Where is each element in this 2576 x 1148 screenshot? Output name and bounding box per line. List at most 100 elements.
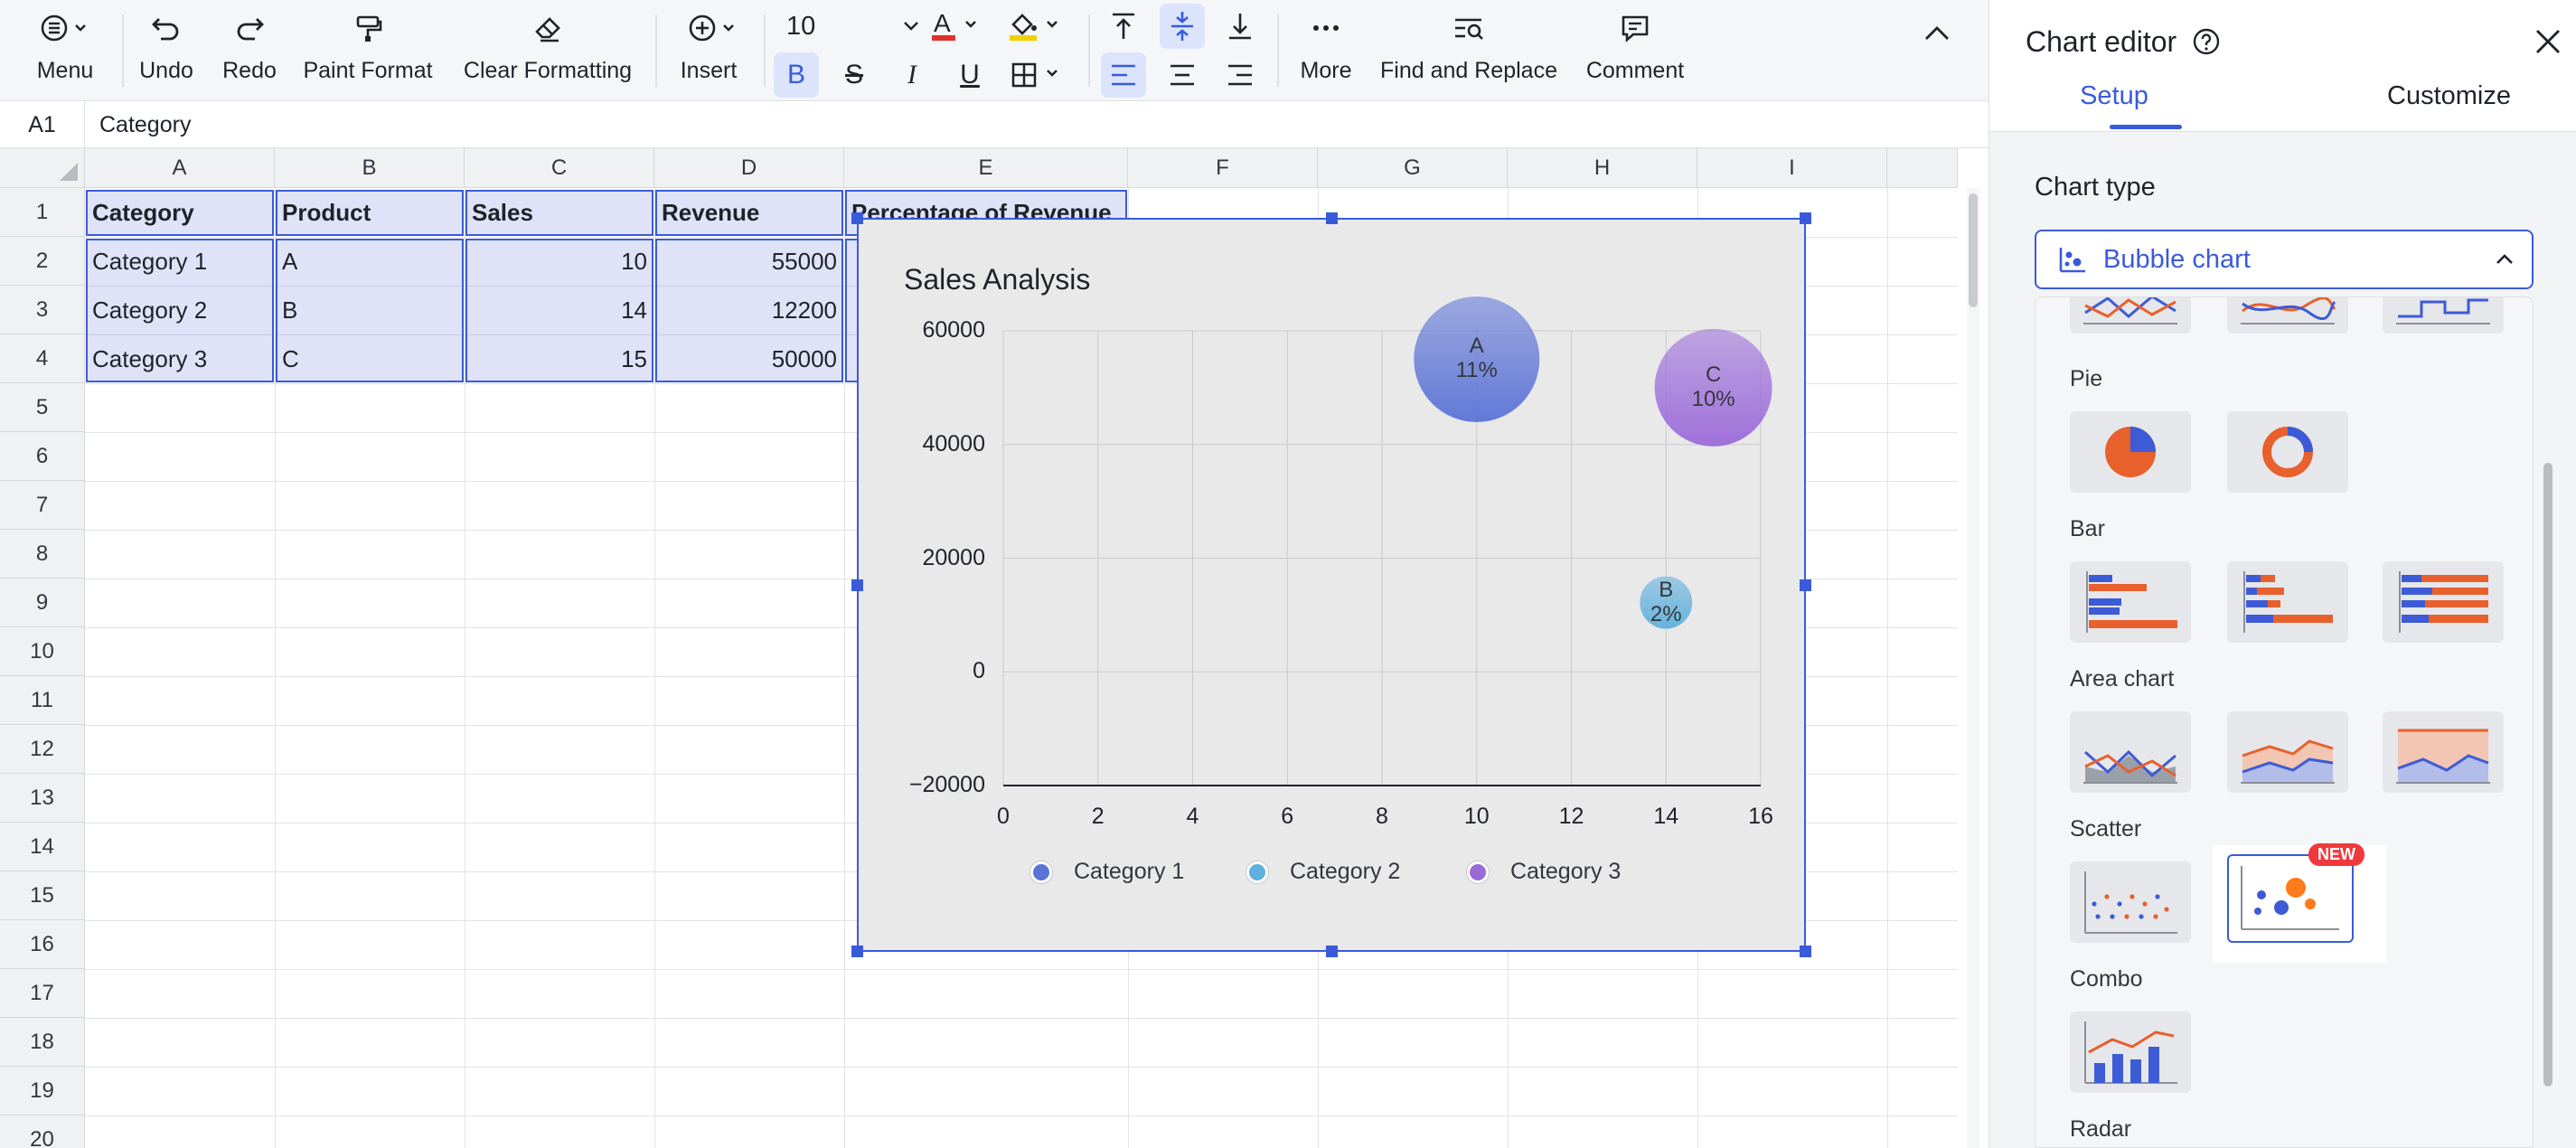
cell-d3[interactable]: 12200 bbox=[654, 286, 844, 334]
area-chart-thumbnail[interactable] bbox=[2070, 711, 2191, 793]
cell-d4[interactable]: 50000 bbox=[654, 334, 844, 383]
font-size-select[interactable]: 10 bbox=[779, 4, 922, 49]
resize-handle-bottom[interactable] bbox=[1326, 946, 1338, 957]
bold-button[interactable]: B bbox=[774, 52, 819, 98]
percent-bar-chart-thumbnail[interactable] bbox=[2383, 561, 2504, 643]
panel-scrollbar-thumb[interactable] bbox=[2543, 463, 2552, 1087]
stacked-area-chart-thumbnail[interactable] bbox=[2227, 711, 2348, 793]
align-top-button[interactable] bbox=[1101, 4, 1146, 49]
row-header-1[interactable]: 1 bbox=[0, 188, 85, 237]
pie-chart-thumbnail[interactable] bbox=[2070, 411, 2191, 493]
cell-b4[interactable]: C bbox=[275, 334, 465, 383]
row-header-19[interactable]: 19 bbox=[0, 1067, 85, 1115]
comment-button[interactable]: Comment bbox=[1575, 0, 1696, 101]
insert-button[interactable]: Insert bbox=[667, 0, 750, 101]
row-header-16[interactable]: 16 bbox=[0, 920, 85, 969]
cell-c3[interactable]: 14 bbox=[465, 286, 654, 334]
column-header-e[interactable]: E bbox=[844, 148, 1128, 188]
cell-b2[interactable]: A bbox=[275, 237, 465, 286]
more-button[interactable]: More bbox=[1289, 0, 1363, 101]
row-header-18[interactable]: 18 bbox=[0, 1018, 85, 1067]
cell-a1[interactable]: Category bbox=[85, 188, 275, 237]
grid-scrollbar-thumb[interactable] bbox=[1969, 193, 1978, 307]
menu-button[interactable]: Menu bbox=[18, 0, 112, 101]
resize-handle-bottom-left[interactable] bbox=[851, 946, 863, 957]
row-header-6[interactable]: 6 bbox=[0, 432, 85, 481]
cell-c4[interactable]: 15 bbox=[465, 334, 654, 383]
formula-input[interactable]: Category bbox=[99, 101, 191, 148]
bar-chart-thumbnail[interactable] bbox=[2070, 561, 2191, 643]
legend-item[interactable]: Category 1 bbox=[1030, 859, 1184, 885]
row-header-15[interactable]: 15 bbox=[0, 871, 85, 920]
scatter-chart-thumbnail[interactable] bbox=[2070, 861, 2191, 943]
cell-c2[interactable]: 10 bbox=[465, 237, 654, 286]
combo-chart-thumbnail[interactable] bbox=[2070, 1012, 2191, 1093]
underline-button[interactable]: U bbox=[947, 52, 992, 98]
align-left-button[interactable] bbox=[1101, 52, 1146, 98]
cell-reference-box[interactable]: A1 bbox=[0, 101, 85, 148]
cell-d2[interactable]: 55000 bbox=[654, 237, 844, 286]
column-header-a[interactable]: A bbox=[85, 148, 275, 188]
bubble-chart-thumbnail[interactable]: NEW bbox=[2227, 843, 2364, 943]
cell-b1[interactable]: Product bbox=[275, 188, 465, 237]
row-header-17[interactable]: 17 bbox=[0, 969, 85, 1018]
smooth-line-chart-thumbnail[interactable] bbox=[2227, 297, 2348, 334]
column-header-d[interactable]: D bbox=[654, 148, 844, 188]
row-header-2[interactable]: 2 bbox=[0, 237, 85, 286]
resize-handle-left[interactable] bbox=[851, 579, 863, 591]
cell-c1[interactable]: Sales bbox=[465, 188, 654, 237]
column-header-h[interactable]: H bbox=[1508, 148, 1697, 188]
fill-color-button[interactable] bbox=[1003, 4, 1070, 49]
chart-object[interactable]: Sales Analysis 0 2 4 6 8 10 12 14 16 60000 40000 20… bbox=[851, 212, 1811, 957]
resize-handle-top-left[interactable] bbox=[851, 212, 863, 224]
row-header-3[interactable]: 3 bbox=[0, 286, 85, 334]
font-color-button[interactable]: A bbox=[926, 4, 989, 49]
row-header-12[interactable]: 12 bbox=[0, 725, 85, 774]
collapse-toolbar-button[interactable] bbox=[1914, 11, 1960, 56]
align-right-button[interactable] bbox=[1217, 52, 1263, 98]
cell-a4[interactable]: Category 3 bbox=[85, 334, 275, 383]
tab-setup[interactable]: Setup bbox=[2055, 81, 2173, 111]
tab-customize[interactable]: Customize bbox=[2387, 81, 2511, 111]
stacked-bar-chart-thumbnail[interactable] bbox=[2227, 561, 2348, 643]
chart-type-select[interactable]: Bubble chart bbox=[2035, 230, 2534, 289]
cell-a2[interactable]: Category 1 bbox=[85, 237, 275, 286]
legend-item[interactable]: Category 2 bbox=[1246, 859, 1400, 885]
select-all-corner[interactable] bbox=[0, 148, 85, 188]
find-replace-button[interactable]: Find and Replace bbox=[1374, 0, 1564, 101]
clear-formatting-button[interactable]: Clear Formatting bbox=[457, 0, 638, 101]
row-header-4[interactable]: 4 bbox=[0, 334, 85, 383]
borders-button[interactable] bbox=[1005, 52, 1074, 98]
column-header-i[interactable]: I bbox=[1697, 148, 1887, 188]
redo-button[interactable]: Redo bbox=[213, 0, 286, 101]
cell-a3[interactable]: Category 2 bbox=[85, 286, 275, 334]
column-header-b[interactable]: B bbox=[275, 148, 465, 188]
row-header-14[interactable]: 14 bbox=[0, 823, 85, 871]
column-header-c[interactable]: C bbox=[465, 148, 654, 188]
close-button[interactable] bbox=[2530, 24, 2566, 60]
line-chart-thumbnail[interactable] bbox=[2070, 297, 2191, 334]
percent-area-chart-thumbnail[interactable] bbox=[2383, 711, 2504, 793]
cell-d1[interactable]: Revenue bbox=[654, 188, 844, 237]
row-header-13[interactable]: 13 bbox=[0, 774, 85, 823]
column-header-f[interactable]: F bbox=[1128, 148, 1318, 188]
help-icon[interactable] bbox=[2192, 27, 2221, 56]
row-header-9[interactable]: 9 bbox=[0, 579, 85, 627]
step-line-chart-thumbnail[interactable] bbox=[2383, 297, 2504, 334]
undo-button[interactable]: Undo bbox=[132, 0, 201, 101]
row-header-5[interactable]: 5 bbox=[0, 383, 85, 432]
row-header-8[interactable]: 8 bbox=[0, 530, 85, 579]
resize-handle-top-right[interactable] bbox=[1800, 212, 1811, 224]
align-center-button[interactable] bbox=[1160, 52, 1205, 98]
column-header-g[interactable]: G bbox=[1318, 148, 1508, 188]
align-middle-button[interactable] bbox=[1160, 4, 1205, 49]
resize-handle-bottom-right[interactable] bbox=[1800, 946, 1811, 957]
row-header-7[interactable]: 7 bbox=[0, 481, 85, 530]
resize-handle-right[interactable] bbox=[1800, 579, 1811, 591]
align-bottom-button[interactable] bbox=[1217, 4, 1263, 49]
row-header-10[interactable]: 10 bbox=[0, 627, 85, 676]
legend-item[interactable]: Category 3 bbox=[1467, 859, 1621, 885]
resize-handle-top[interactable] bbox=[1326, 212, 1338, 224]
strikethrough-button[interactable]: S bbox=[832, 52, 877, 98]
donut-chart-thumbnail[interactable] bbox=[2227, 411, 2348, 493]
